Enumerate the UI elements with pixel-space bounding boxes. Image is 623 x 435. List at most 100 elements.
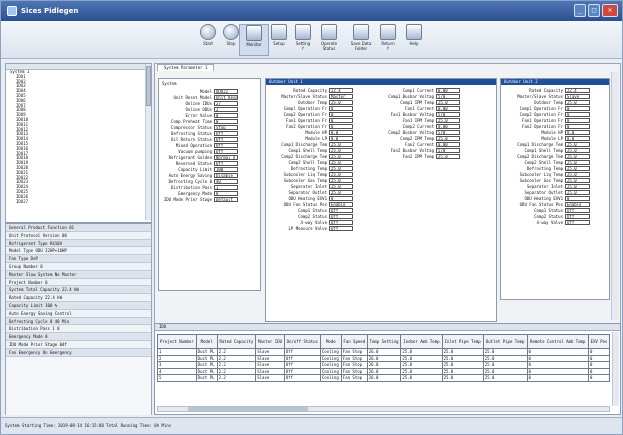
- param-value[interactable]: 25.0℃: [436, 100, 460, 105]
- toolbar-help-button[interactable]: Help: [399, 24, 429, 56]
- param-value[interactable]: 0.00A: [436, 106, 460, 111]
- param-value[interactable]: Disable: [214, 173, 238, 178]
- param-value[interactable]: Unit Reset: [214, 95, 238, 100]
- param-value[interactable]: Off: [214, 161, 238, 166]
- param-value[interactable]: 0.00A: [436, 88, 460, 93]
- param-value[interactable]: 0Pls: [565, 196, 590, 201]
- param-value[interactable]: 0Hz: [329, 118, 353, 123]
- param-value[interactable]: 0Hz: [329, 106, 353, 111]
- param-value[interactable]: 25.0℃: [329, 148, 353, 153]
- param-value[interactable]: 0: [214, 191, 238, 196]
- table-header-4[interactable]: On/off Status: [283, 334, 321, 349]
- param-value[interactable]: 0Pls: [329, 196, 353, 201]
- param-value[interactable]: 25.0℃: [436, 154, 460, 159]
- param-value[interactable]: 25.0℃: [565, 142, 590, 147]
- param-value[interactable]: 25.0℃: [329, 184, 353, 189]
- table-header-0[interactable]: Project Number: [157, 334, 197, 349]
- param-value[interactable]: 25.0℃: [565, 166, 590, 171]
- param-value[interactable]: 570V: [436, 148, 460, 153]
- toolbar-operate-button[interactable]: Operate Status: [314, 24, 344, 56]
- param-value[interactable]: 0Hz: [329, 112, 353, 117]
- param-value[interactable]: Off: [565, 214, 590, 219]
- param-value[interactable]: Slave: [565, 94, 590, 99]
- param-value[interactable]: Enable: [565, 202, 590, 207]
- param-value[interactable]: 25.0℃: [329, 160, 353, 165]
- table-header-11[interactable]: Remote Control Amb Temp: [526, 334, 589, 349]
- param-value[interactable]: Normal X: [214, 155, 238, 160]
- param-value[interactable]: 8.0Bar: [565, 136, 590, 141]
- table-header-7[interactable]: Temp Setting: [366, 334, 402, 349]
- table-header-5[interactable]: Mode: [319, 334, 342, 349]
- param-value[interactable]: 2: [214, 107, 238, 112]
- maximize-button[interactable]: □: [588, 4, 600, 17]
- param-value[interactable]: 100%: [214, 167, 238, 172]
- table-hscroll[interactable]: [157, 406, 610, 412]
- param-value[interactable]: Off: [329, 220, 353, 225]
- param-value[interactable]: 27: [214, 101, 238, 106]
- param-value[interactable]: 25.0℃: [565, 160, 590, 165]
- param-value[interactable]: 25.0℃: [565, 100, 590, 105]
- param-value[interactable]: 0Hz: [329, 124, 353, 129]
- param-value[interactable]: 25.0℃: [565, 172, 590, 177]
- tree-item[interactable]: IDU27: [16, 199, 146, 205]
- param-value[interactable]: Off: [329, 208, 353, 213]
- param-value[interactable]: 0Hz: [565, 124, 590, 129]
- param-value[interactable]: Default: [214, 197, 238, 202]
- table-header-8[interactable]: Indoor Amb Temp: [400, 334, 443, 349]
- param-value[interactable]: 22.4kW: [565, 88, 590, 93]
- table-header-2[interactable]: Rated Capacity: [216, 334, 257, 349]
- tree-scrollbar[interactable]: [145, 64, 151, 220]
- table-header-9[interactable]: Inlet Pipe Temp: [441, 334, 484, 349]
- param-value[interactable]: Master: [329, 94, 353, 99]
- param-value[interactable]: 25.0℃: [329, 172, 353, 177]
- table-header-6[interactable]: Fan Speed: [340, 334, 368, 349]
- param-value[interactable]: Off: [214, 131, 238, 136]
- param-value[interactable]: 25.0℃: [329, 190, 353, 195]
- param-value[interactable]: 25.0℃: [565, 190, 590, 195]
- table-header-3[interactable]: Master IDU: [255, 334, 285, 349]
- param-value[interactable]: Enable: [329, 202, 353, 207]
- param-value[interactable]: 0: [214, 113, 238, 118]
- param-value[interactable]: Stop: [214, 125, 238, 130]
- table-header-10[interactable]: Outlet Pipe Temp: [482, 334, 528, 349]
- param-value[interactable]: Off: [565, 220, 590, 225]
- minimize-button[interactable]: _: [574, 4, 586, 17]
- param-value[interactable]: 25.0℃: [565, 148, 590, 153]
- tab-idu[interactable]: IDU: [159, 324, 166, 329]
- param-value[interactable]: Off: [329, 214, 353, 219]
- close-button[interactable]: ✕: [602, 4, 618, 17]
- param-value[interactable]: 25.0℃: [565, 184, 590, 189]
- param-value[interactable]: 25.0℃: [565, 154, 590, 159]
- param-value[interactable]: 0h: [214, 119, 238, 124]
- table-header-12[interactable]: EXV Pos: [587, 334, 611, 349]
- toolbar-save-data-button[interactable]: Save Data Folder: [346, 24, 376, 56]
- table-row[interactable]: 5 Duct PL 2.2 Slave Off Cooling Fan Stop 26.0 25…: [157, 374, 611, 382]
- param-value[interactable]: Off: [214, 143, 238, 148]
- param-value[interactable]: 0.00A: [436, 142, 460, 147]
- param-value[interactable]: 8.0Bar: [329, 136, 353, 141]
- table-vscroll[interactable]: [612, 332, 619, 406]
- param-value[interactable]: 0Hz: [565, 112, 590, 117]
- param-value[interactable]: 25.0℃: [329, 154, 353, 159]
- param-value[interactable]: 25.0℃: [329, 100, 353, 105]
- param-value[interactable]: 0Hz: [565, 106, 590, 111]
- param-value[interactable]: ODU22: [214, 89, 238, 94]
- param-value[interactable]: Off: [214, 137, 238, 142]
- param-value[interactable]: 25.0℃: [436, 118, 460, 123]
- param-value[interactable]: 570V: [436, 112, 460, 117]
- param-value[interactable]: 10: [214, 185, 238, 190]
- param-value[interactable]: 25.0℃: [565, 178, 590, 183]
- main-scrollbar[interactable]: [611, 72, 619, 320]
- param-value[interactable]: 40Min: [214, 179, 238, 184]
- param-value[interactable]: Off: [565, 208, 590, 213]
- param-value[interactable]: 25.0℃: [329, 178, 353, 183]
- param-value[interactable]: 8.0HP: [329, 130, 353, 135]
- param-value[interactable]: Off: [214, 149, 238, 154]
- param-value[interactable]: 25.0℃: [329, 142, 353, 147]
- param-value[interactable]: 570V: [436, 94, 460, 99]
- param-value[interactable]: 570V: [436, 130, 460, 135]
- param-value[interactable]: 0.00A: [436, 124, 460, 129]
- param-value[interactable]: 22.4kW: [329, 88, 353, 93]
- param-value[interactable]: 25.0℃: [329, 166, 353, 171]
- param-value[interactable]: 0Hz: [565, 118, 590, 123]
